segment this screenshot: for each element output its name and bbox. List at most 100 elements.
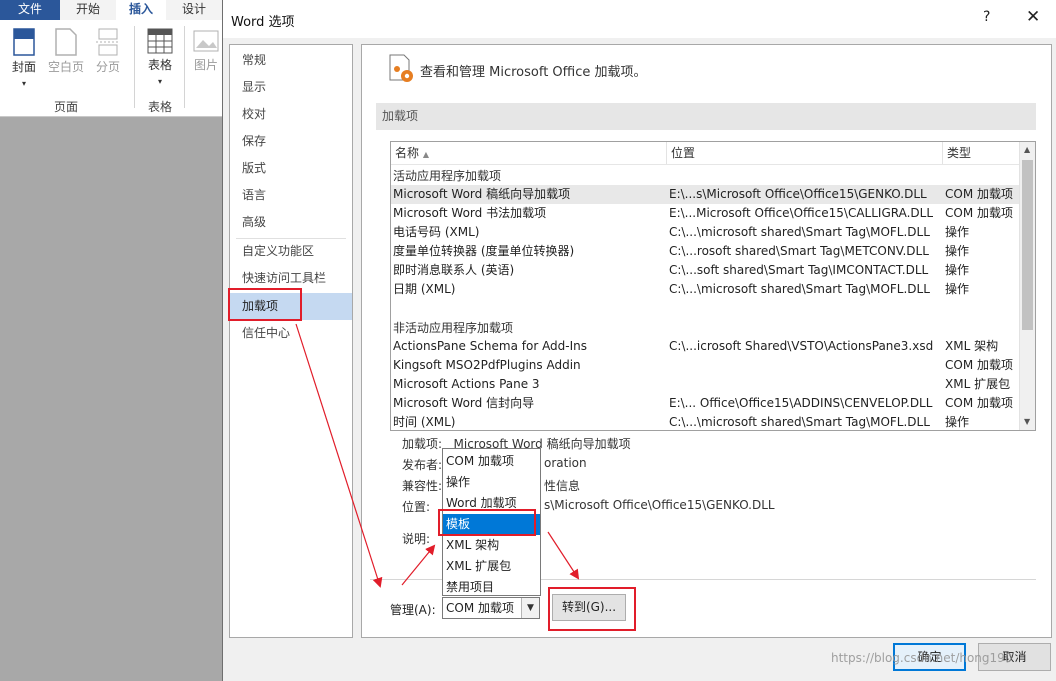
watermark: https://blog.csdn.net/hong190 [831,651,1013,665]
row-name: 时间 (XML) [393,415,456,429]
nav-item-proofing[interactable]: 校对 [230,101,352,128]
cover-page-label: 封面 [11,60,36,74]
detail-publisher-value: oration [544,456,587,470]
table-row[interactable]: 日期 (XML) C:\...\microsoft shared\Smart Ta… [391,280,1019,299]
row-type: COM 加载项 [945,396,1013,410]
scroll-up-icon[interactable]: ▲ [1024,145,1030,154]
dialog-titlebar: Word 选项 ? ✕ [223,0,1056,38]
annotation-box-template [438,509,536,536]
dropdown-option-xml-schemas[interactable]: XML 架构 [443,535,540,556]
row-type: 操作 [945,225,970,239]
column-header-location[interactable]: 位置 [667,142,943,164]
options-nav: 常规 显示 校对 保存 版式 语言 高级 自定义功能区 快速访问工具栏 加载项 … [229,44,353,638]
table-row[interactable]: ActionsPane Schema for Add-Ins C:\...icro… [391,337,1019,356]
table-row[interactable]: 度量单位转换器 (度量单位转换器) C:\...rosoft shared\Sma… [391,242,1019,261]
dropdown-option-com-addins[interactable]: COM 加载项 [443,451,540,472]
detail-description-label: 说明: [402,532,431,546]
row-name: 日期 (XML) [393,282,456,296]
tab-insert[interactable]: 插入 [116,0,166,20]
blank-page-button[interactable]: 空白页 [46,28,86,75]
picture-label: 图片 [193,58,218,72]
annotation-box-addins [228,288,302,321]
blank-page-icon [55,28,77,56]
help-button[interactable]: ? [983,9,990,25]
dropdown-option-actions[interactable]: 操作 [443,472,540,493]
table-row[interactable]: Microsoft Word 书法加载项 E:\...Microsoft Offi… [391,204,1019,223]
nav-item-display[interactable]: 显示 [230,74,352,101]
row-name: ActionsPane Schema for Add-Ins [393,339,588,353]
document-area [0,118,222,681]
table-label: 表格 [147,58,172,72]
detail-addin-label: 加载项: [402,437,443,451]
row-type: XML 扩展包 [945,377,1011,391]
row-name: Microsoft Word 书法加载项 [393,206,547,220]
row-name: Microsoft Word 信封向导 [393,396,535,410]
column-header-name[interactable]: 名称 ▲ [391,142,667,164]
tab-file[interactable]: 文件 [0,0,60,20]
row-name: Kingsoft MSO2PdfPlugins Addin [393,358,581,372]
detail-compat-value: 性信息 [544,479,581,493]
row-location: C:\...rosoft shared\Smart Tag\METCONV.DL… [669,244,929,258]
row-name: Microsoft Actions Pane 3 [393,377,540,391]
group-divider [134,26,135,108]
picture-button[interactable]: 图片 [190,28,222,73]
nav-item-layout[interactable]: 版式 [230,155,352,182]
tab-design[interactable]: 设计 [166,0,222,20]
row-name: 电话号码 (XML) [393,225,480,239]
table-button[interactable]: 表格 ▾ [140,28,180,87]
column-header-name-label: 名称 [395,146,420,160]
nav-item-language[interactable]: 语言 [230,182,352,209]
nav-item-customize-ribbon[interactable]: 自定义功能区 [230,238,352,265]
scroll-down-icon[interactable]: ▼ [1024,417,1030,426]
table-row[interactable]: 时间 (XML) C:\...\microsoft shared\Smart Ta… [391,413,1019,430]
dropdown-option-disabled-items[interactable]: 禁用项目 [443,577,540,598]
row-location: C:\...\microsoft shared\Smart Tag\MOFL.D… [669,225,930,239]
column-header-type[interactable]: 类型 [943,142,1019,164]
nav-item-advanced[interactable]: 高级 [230,209,352,236]
page-break-icon [96,28,120,56]
page-break-label: 分页 [95,60,120,74]
nav-item-general[interactable]: 常规 [230,47,352,74]
section-header: 加载项 [376,103,1036,130]
row-location: C:\...soft shared\Smart Tag\IMCONTACT.DL… [669,263,929,277]
group-title-inactive: 非活动应用程序加载项 [393,321,514,335]
chevron-down-icon: ▾ [157,77,162,86]
scrollbar-thumb[interactable] [1022,160,1033,330]
detail-location-label: 位置: [402,500,431,514]
table-row[interactable]: Kingsoft MSO2PdfPlugins Addin COM 加载项 [391,356,1019,375]
row-location: E:\...s\Microsoft Office\Office15\GENKO.… [669,187,927,201]
table-scrollbar[interactable]: ▲ ▼ [1019,142,1035,430]
sort-ascending-icon: ▲ [422,150,429,159]
nav-item-trust-center[interactable]: 信任中心 [230,320,352,347]
row-type: COM 加载项 [945,187,1013,201]
manage-select[interactable]: COM 加载项 ▼ [442,597,540,619]
ribbon-body: 封面 ▾ 空白页 分页 表格 ▾ 图片 页面 表格 [0,20,222,117]
table-row[interactable]: 即时消息联系人 (英语) C:\...soft shared\Smart Tag\… [391,261,1019,280]
table-row[interactable]: Microsoft Word 稿纸向导加载项 E:\...s\Microsoft … [391,185,1019,204]
close-button[interactable]: ✕ [1026,7,1040,27]
addins-settings-icon [389,54,413,82]
detail-publisher-label: 发布者: [402,458,443,472]
table-row[interactable]: 电话号码 (XML) C:\...\microsoft shared\Smart … [391,223,1019,242]
manage-label: 管理(A): [390,603,436,617]
cover-page-button[interactable]: 封面 ▾ [4,28,44,89]
picture-icon [193,30,219,52]
group-label-tables: 表格 [148,100,173,114]
page-break-button[interactable]: 分页 [88,28,128,75]
detail-compat-label: 兼容性: [402,479,443,493]
dropdown-option-xml-expansion-packs[interactable]: XML 扩展包 [443,556,540,577]
chevron-down-icon: ▾ [21,79,26,88]
row-type: COM 加载项 [945,358,1013,372]
addins-table: 名称 ▲ 位置 类型 活动应用程序加载项 Microsoft Word 稿纸向导… [390,141,1036,431]
cover-page-icon [13,28,35,56]
nav-item-save[interactable]: 保存 [230,128,352,155]
row-location: E:\...Microsoft Office\Office15\CALLIGRA… [669,206,934,220]
tab-home[interactable]: 开始 [60,0,116,20]
blank-page-label: 空白页 [47,60,84,74]
addins-panel: 查看和管理 Microsoft Office 加载项。 加载项 名称 ▲ 位置 … [361,44,1052,638]
group-divider [184,26,185,108]
chevron-down-icon[interactable]: ▼ [521,598,539,618]
detail-location-value: s\Microsoft Office\Office15\GENKO.DLL [544,498,775,512]
table-row[interactable]: Microsoft Word 信封向导 E:\... Office\Office1… [391,394,1019,413]
table-row[interactable]: Microsoft Actions Pane 3 XML 扩展包 [391,375,1019,394]
